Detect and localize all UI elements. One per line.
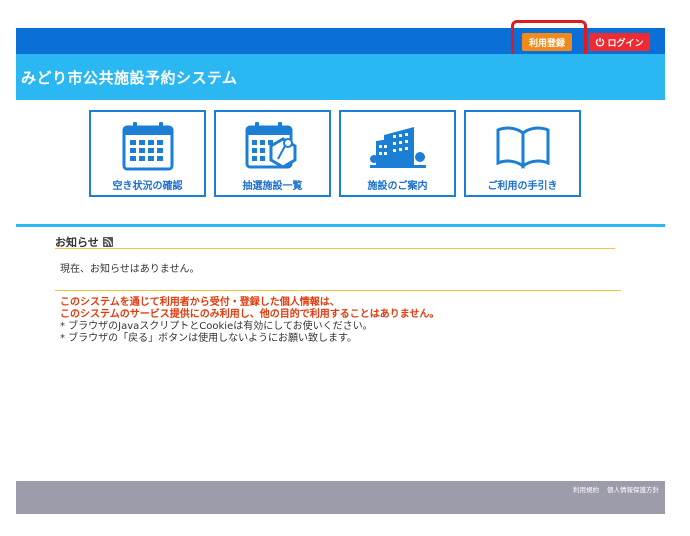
news-header: お知らせ bbox=[55, 235, 615, 249]
news-divider bbox=[55, 290, 621, 291]
menu-facility-guide-label: 施設のご案内 bbox=[367, 181, 428, 192]
privacy-policy-link[interactable]: 個人情報保護方針 bbox=[607, 484, 659, 494]
menu-lottery[interactable]: 抽選施設一覧 bbox=[214, 110, 331, 197]
login-button[interactable]: ログイン bbox=[589, 33, 650, 51]
menu-user-guide-label: ご利用の手引き bbox=[487, 181, 558, 192]
browser-notice-line1: * ブラウザのJavaスクリプトとCookieは有効にしてお使いください。 bbox=[60, 321, 373, 332]
login-label: ログイン bbox=[607, 38, 644, 49]
lottery-calendar-icon bbox=[245, 122, 296, 169]
main-menu: 空き状況の確認 抽選施設一覧 施設のご案内 ご利用の手引き bbox=[89, 110, 581, 197]
privacy-notice-line2: このシステムのサービス提供にのみ利用し、他の目的で利用することはありません。 bbox=[60, 309, 440, 320]
privacy-notice-line1: このシステムを通じて利用者から受付・登録した個人情報は、 bbox=[60, 297, 340, 308]
menu-availability-label: 空き状況の確認 bbox=[112, 181, 183, 192]
menu-availability[interactable]: 空き状況の確認 bbox=[89, 110, 206, 197]
footer-links: 利用規約 個人情報保護方針 bbox=[573, 484, 659, 494]
system-title[interactable]: みどり市公共施設予約システム bbox=[21, 67, 238, 88]
news-body: 現在、お知らせはありません。 bbox=[60, 264, 200, 275]
rss-icon[interactable] bbox=[102, 236, 113, 247]
news-heading: お知らせ bbox=[55, 235, 99, 249]
power-icon bbox=[596, 37, 605, 47]
notice-block: このシステムを通じて利用者から受付・登録した個人情報は、 このシステムのサービス… bbox=[60, 297, 439, 345]
menu-lottery-label: 抽選施設一覧 bbox=[242, 181, 303, 192]
building-icon bbox=[369, 127, 426, 168]
menu-user-guide[interactable]: ご利用の手引き bbox=[464, 110, 581, 197]
terms-link[interactable]: 利用規約 bbox=[573, 484, 599, 494]
browser-notice-line2: * ブラウザの「戻る」ボタンは使用しないようにお願い致します。 bbox=[60, 333, 357, 344]
book-icon bbox=[496, 126, 549, 169]
footer: 利用規約 個人情報保護方針 bbox=[16, 481, 665, 514]
title-bar: みどり市公共施設予約システム bbox=[16, 54, 665, 100]
calendar-icon bbox=[122, 122, 173, 171]
register-button[interactable]: 利用登録 bbox=[522, 33, 572, 51]
menu-facility-guide[interactable]: 施設のご案内 bbox=[339, 110, 456, 197]
section-divider bbox=[16, 224, 665, 227]
